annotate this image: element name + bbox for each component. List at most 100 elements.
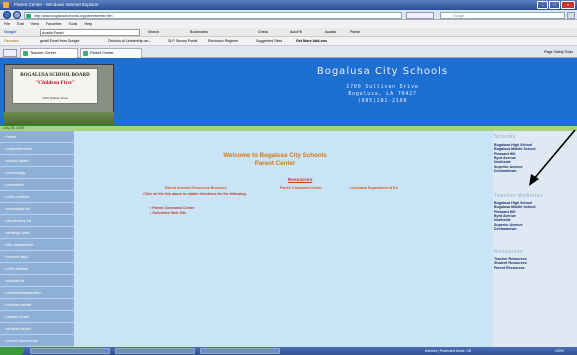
brochure-link[interactable]: Parent Internet Resources Brochure bbox=[165, 186, 227, 190]
window-title: Parent Center - Windows Internet Explore… bbox=[14, 2, 99, 7]
welcome-heading: Welcome to Bogalusa City Schools Parent … bbox=[180, 152, 370, 167]
menu-help[interactable]: Help bbox=[84, 22, 92, 26]
nav-item-personnel[interactable]: › personnel bbox=[0, 179, 74, 191]
address-bar-row: http://www.bogalusaschools.org/parentcen… bbox=[0, 10, 577, 20]
acadia-button[interactable]: Acadia bbox=[325, 28, 336, 37]
resource-link[interactable]: Parent Resources bbox=[494, 266, 525, 270]
site-address1: 1700 Sullivan Drive bbox=[346, 84, 419, 90]
fav-gmail[interactable]: gmail Email from Google bbox=[40, 37, 79, 46]
tab-icon bbox=[23, 51, 28, 56]
sign-line2: "Children First" bbox=[35, 80, 75, 86]
nav-item-teacher-center[interactable]: › teacher center bbox=[0, 299, 74, 311]
menu-favorites[interactable]: Favorites bbox=[46, 22, 62, 26]
tab-icon bbox=[83, 51, 88, 56]
nav-item-school-board[interactable]: › school board bbox=[0, 155, 74, 167]
command-center-link[interactable]: Parish Command Center bbox=[280, 186, 322, 190]
tab-parent-center[interactable]: Parent Center bbox=[80, 48, 142, 58]
minimize-button[interactable]: – bbox=[537, 1, 548, 9]
start-button[interactable] bbox=[0, 347, 24, 355]
taskbar-item[interactable] bbox=[200, 348, 280, 354]
maximize-button[interactable]: □ bbox=[549, 1, 560, 9]
nav-item-strategic-plan[interactable]: › strategic plan bbox=[0, 227, 74, 239]
teacher-website-link[interactable]: Denhamtown bbox=[494, 227, 517, 231]
arrow-shaft bbox=[532, 129, 576, 181]
zoom-level[interactable]: 100% bbox=[555, 348, 564, 354]
nav-item-elementary-ed[interactable]: › elementary ed bbox=[0, 215, 74, 227]
welcome-line1: Welcome to Bogalusa City Schools bbox=[223, 152, 327, 159]
refresh-stop-buttons[interactable] bbox=[406, 12, 434, 19]
bullet-parent-command[interactable]: ▪ Parent Command Center bbox=[150, 206, 194, 210]
doe-link[interactable]: Louisiana Department of Ed bbox=[350, 186, 398, 190]
sign-line3: 1700 Sullivan Drive bbox=[42, 96, 68, 100]
bullet-outcomes[interactable]: ▪ Outcomes Web Site bbox=[150, 211, 186, 215]
check-button[interactable]: Check bbox=[258, 28, 268, 37]
url-text: http://www.bogalusaschools.org/parentcen… bbox=[34, 14, 113, 18]
back-icon[interactable] bbox=[3, 11, 11, 19]
menu-file[interactable]: File bbox=[4, 22, 10, 26]
bookmarks-button[interactable]: Bookmarks bbox=[190, 28, 208, 37]
search-icon[interactable] bbox=[567, 12, 575, 19]
sign-line1: BOGALUSA SCHOOL BOARD bbox=[20, 73, 90, 78]
autofill-button[interactable]: AutoFill bbox=[290, 28, 302, 37]
nav-item-home[interactable]: › home bbox=[0, 131, 74, 143]
nav-item-secondary-ed[interactable]: › secondary ed bbox=[0, 203, 74, 215]
menu-tools[interactable]: Tools bbox=[68, 22, 77, 26]
nav-item-maint-transportation[interactable]: › maint/transportation bbox=[0, 287, 74, 299]
google-label: Google bbox=[4, 30, 17, 34]
favorites-button[interactable]: Favorites bbox=[4, 37, 19, 46]
nav-item-student-center[interactable]: › student center bbox=[0, 323, 74, 335]
google-search-button[interactable]: Search bbox=[148, 28, 159, 37]
search-provider: Google bbox=[453, 14, 465, 18]
date-bar: July 26, 2009 bbox=[0, 126, 577, 131]
tab-bar: Teacher Center Parent Center Page Safety… bbox=[0, 46, 577, 58]
site-title: Bogalusa City Schools bbox=[316, 66, 449, 77]
nav-item-child-nutrition[interactable]: › child nutrition bbox=[0, 191, 74, 203]
page-icon bbox=[26, 14, 31, 18]
resources-title: Resources bbox=[287, 178, 313, 183]
nav-item-finance-dept[interactable]: › finance dept bbox=[0, 251, 74, 263]
menu-bar: File Edit View Favorites Tools Help bbox=[0, 20, 577, 28]
quick-tabs-icon[interactable] bbox=[3, 49, 17, 57]
site-phone: (985)281-2100 bbox=[357, 98, 408, 104]
nav-item-title-department[interactable]: › title department bbox=[0, 239, 74, 251]
parish-button[interactable]: Parish bbox=[350, 28, 360, 37]
fav-slp[interactable]: SLP Survey Portal bbox=[168, 37, 197, 46]
welcome-line2: Parent Center bbox=[254, 159, 296, 167]
menu-view[interactable]: View bbox=[31, 22, 39, 26]
title-bar: Parent Center - Windows Internet Explore… bbox=[0, 0, 577, 10]
nav-item-superintendent[interactable]: › superintendent bbox=[0, 143, 74, 155]
google-toolbar: Google Search Bookmarks Check AutoFill A… bbox=[0, 28, 577, 37]
resources-heading: Resources bbox=[494, 249, 524, 255]
command-bar[interactable]: Page Safety Tools bbox=[544, 48, 573, 57]
nav-item-school-documents[interactable]: › school documents bbox=[0, 335, 74, 347]
bullet-label: Parent Command Center bbox=[152, 206, 195, 210]
teacher-websites-heading: Teacher Websites bbox=[494, 193, 544, 199]
nav-item-technology[interactable]: › technology bbox=[0, 167, 74, 179]
nav-item-child-welfare[interactable]: › child welfare bbox=[0, 263, 74, 275]
status-zone: Internet | Protected Mode: Off bbox=[425, 349, 471, 353]
tab-teacher-center[interactable]: Teacher Center bbox=[20, 48, 78, 58]
search-field[interactable]: Google bbox=[440, 12, 565, 19]
bullet-label: Outcomes Web Site bbox=[152, 211, 186, 215]
ie-icon bbox=[3, 2, 9, 8]
fav-addons[interactable]: Get More Add-ons bbox=[296, 37, 327, 46]
nav-item-special-ed[interactable]: › special ed bbox=[0, 275, 74, 287]
photo-shrubs bbox=[4, 112, 114, 125]
google-search-input[interactable] bbox=[40, 29, 140, 36]
address-field[interactable]: http://www.bogalusaschools.org/parentcen… bbox=[24, 12, 402, 19]
forward-icon[interactable] bbox=[13, 11, 21, 19]
instructions-text: Click on the link above to obtain direct… bbox=[143, 192, 247, 196]
fav-suggested[interactable]: Suggested Sites bbox=[256, 37, 282, 46]
favorites-bar: Favorites gmail Email from Google Divisi… bbox=[0, 37, 577, 46]
fav-division[interactable]: Division of Leadership an... bbox=[108, 37, 151, 46]
school-board-sign: BOGALUSA SCHOOL BOARD "Children First" 1… bbox=[12, 68, 98, 104]
site-address2: Bogalusa, LA 70427 bbox=[348, 91, 417, 97]
menu-edit[interactable]: Edit bbox=[17, 22, 24, 26]
taskbar: Internet | Protected Mode: Off 100% bbox=[0, 347, 577, 355]
nav-item-parent-center[interactable]: › parent center bbox=[0, 311, 74, 323]
close-button[interactable]: × bbox=[561, 1, 575, 9]
taskbar-item[interactable] bbox=[30, 348, 110, 354]
taskbar-item[interactable] bbox=[115, 348, 195, 354]
fav-register[interactable]: Electronic Register bbox=[208, 37, 238, 46]
school-link[interactable]: Denhamtown bbox=[494, 169, 517, 173]
